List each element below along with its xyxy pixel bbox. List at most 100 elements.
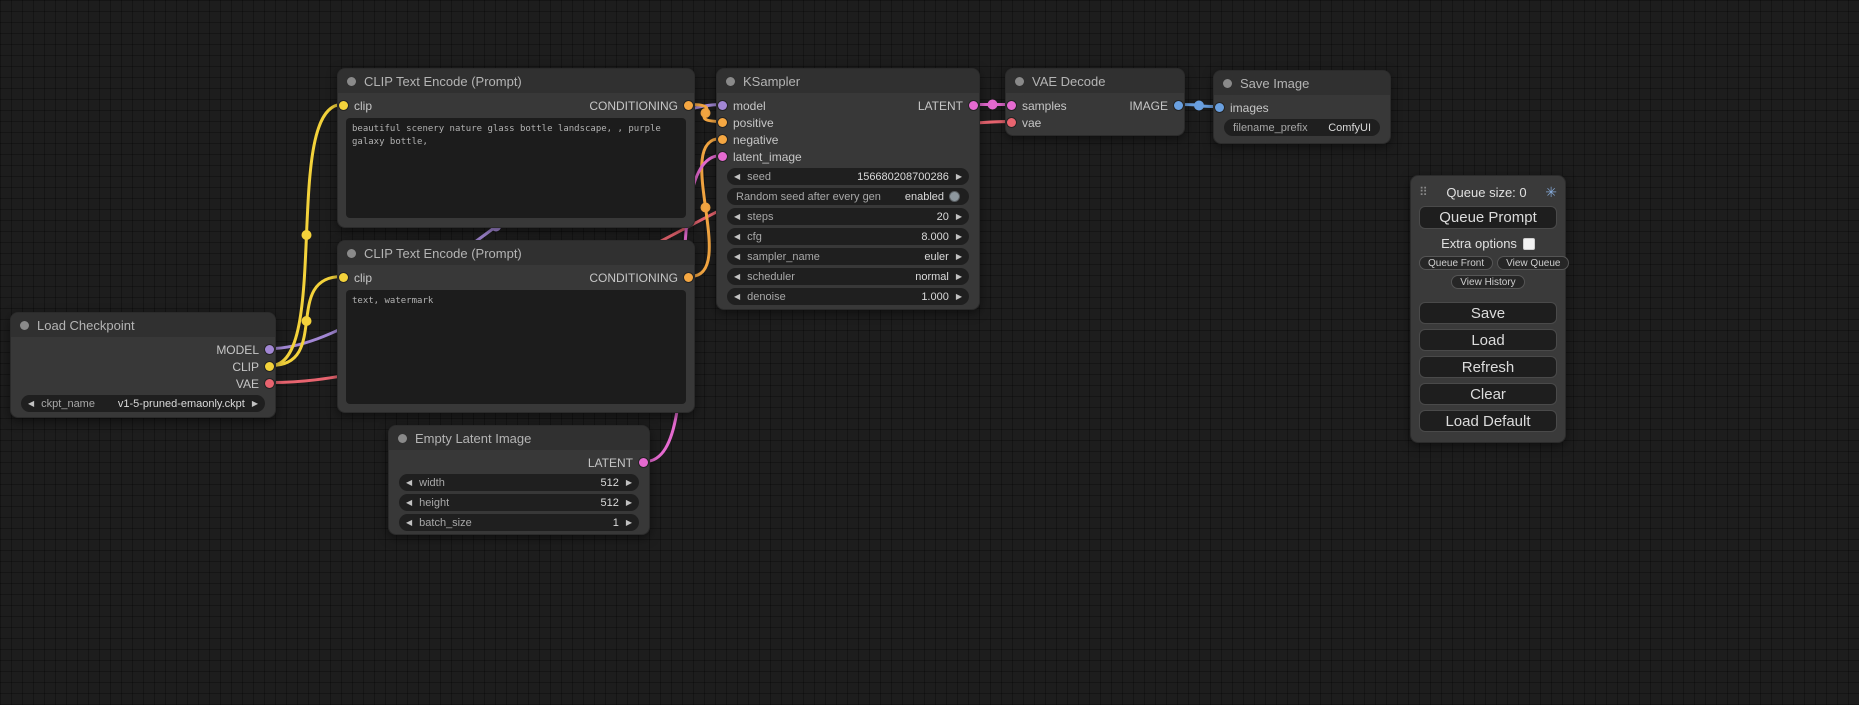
decrement-arrow-icon[interactable]: ◀ [406,479,412,487]
clear-button[interactable]: Clear [1419,383,1557,405]
node-title-bar[interactable]: CLIP Text Encode (Prompt) [338,69,694,93]
view-queue-button[interactable]: View Queue [1497,256,1569,270]
steps-widget[interactable]: ◀ steps 20 ▶ [727,208,969,225]
input-slot-model[interactable] [718,101,727,110]
input-slot-clip[interactable] [339,273,348,282]
save-button[interactable]: Save [1419,302,1557,324]
increment-arrow-icon[interactable]: ▶ [956,253,962,261]
output-label-vae: VAE [236,377,259,391]
widget-label: cfg [747,231,762,243]
queue-panel[interactable]: ⠿ Queue size: 0 ✳ Queue Prompt Extra opt… [1410,175,1566,443]
load-button[interactable]: Load [1419,329,1557,351]
collapse-dot-icon[interactable] [398,434,407,443]
ckpt-name-widget[interactable]: ◀ ckpt_name v1-5-pruned-emaonly.ckpt ▶ [21,395,265,412]
collapse-dot-icon[interactable] [347,249,356,258]
sampler-name-widget[interactable]: ◀ sampler_name euler ▶ [727,248,969,265]
widget-label: filename_prefix [1233,122,1308,134]
increment-arrow-icon[interactable]: ▶ [956,233,962,241]
queue-prompt-button[interactable]: Queue Prompt [1419,206,1557,229]
increment-arrow-icon[interactable]: ▶ [626,519,632,527]
increment-arrow-icon[interactable]: ▶ [626,479,632,487]
increment-arrow-icon[interactable]: ▶ [626,499,632,507]
output-slot-latent[interactable] [639,458,648,467]
collapse-dot-icon[interactable] [726,77,735,86]
input-label-latent-image: latent_image [733,150,802,164]
seed-widget[interactable]: ◀ seed 156680208700286 ▶ [727,168,969,185]
output-slot-vae[interactable] [265,379,274,388]
extra-options-checkbox[interactable] [1523,238,1535,250]
output-slot-latent[interactable] [969,101,978,110]
widget-value: 156680208700286 [857,171,949,183]
collapse-dot-icon[interactable] [1223,79,1232,88]
increment-arrow-icon[interactable]: ▶ [956,273,962,281]
input-slot-clip[interactable] [339,101,348,110]
cfg-widget[interactable]: ◀ cfg 8.000 ▶ [727,228,969,245]
collapse-dot-icon[interactable] [1015,77,1024,86]
node-load-checkpoint[interactable]: Load Checkpoint MODEL CLIP VAE ◀ ckpt_na… [10,312,276,418]
node-empty-latent-image[interactable]: Empty Latent Image LATENT ◀ width 512 ▶ … [388,425,650,535]
refresh-button[interactable]: Refresh [1419,356,1557,378]
view-history-button[interactable]: View History [1451,275,1524,289]
input-slot-positive[interactable] [718,118,727,127]
output-label-clip: CLIP [232,360,259,374]
increment-arrow-icon[interactable]: ▶ [956,293,962,301]
node-title: Save Image [1240,76,1309,91]
toggle-knob[interactable] [949,191,960,202]
output-slot-model[interactable] [265,345,274,354]
negative-prompt-textarea[interactable]: text, watermark [346,290,686,404]
input-slot-images[interactable] [1215,103,1224,112]
collapse-dot-icon[interactable] [20,321,29,330]
node-title-bar[interactable]: VAE Decode [1006,69,1184,93]
width-widget[interactable]: ◀ width 512 ▶ [399,474,639,491]
input-slot-negative[interactable] [718,135,727,144]
decrement-arrow-icon[interactable]: ◀ [734,173,740,181]
node-title: CLIP Text Encode (Prompt) [364,246,522,261]
decrement-arrow-icon[interactable]: ◀ [734,213,740,221]
settings-gear-icon[interactable]: ✳ [1545,184,1557,201]
height-widget[interactable]: ◀ height 512 ▶ [399,494,639,511]
widget-label: steps [747,211,773,223]
node-title-bar[interactable]: CLIP Text Encode (Prompt) [338,241,694,265]
node-save-image[interactable]: Save Image images filename_prefix ComfyU… [1213,70,1391,144]
node-clip-text-encode-negative[interactable]: CLIP Text Encode (Prompt) clip CONDITION… [337,240,695,413]
decrement-arrow-icon[interactable]: ◀ [734,233,740,241]
input-slot-vae[interactable] [1007,118,1016,127]
node-title: KSampler [743,74,800,89]
queue-front-button[interactable]: Queue Front [1419,256,1493,270]
output-slot-image[interactable] [1174,101,1183,110]
denoise-widget[interactable]: ◀ denoise 1.000 ▶ [727,288,969,305]
decrement-arrow-icon[interactable]: ◀ [734,253,740,261]
decrement-arrow-icon[interactable]: ◀ [406,499,412,507]
node-title-bar[interactable]: Empty Latent Image [389,426,649,450]
decrement-arrow-icon[interactable]: ◀ [406,519,412,527]
random-seed-toggle-widget[interactable]: Random seed after every gen enabled [727,188,969,205]
drag-handle-icon[interactable]: ⠿ [1419,185,1428,199]
input-slot-samples[interactable] [1007,101,1016,110]
increment-arrow-icon[interactable]: ▶ [252,400,258,408]
input-slot-latent-image[interactable] [718,152,727,161]
node-clip-text-encode-positive[interactable]: CLIP Text Encode (Prompt) clip CONDITION… [337,68,695,228]
node-title: Empty Latent Image [415,431,531,446]
positive-prompt-textarea[interactable]: beautiful scenery nature glass bottle la… [346,118,686,218]
filename-prefix-widget[interactable]: filename_prefix ComfyUI [1224,119,1380,136]
load-default-button[interactable]: Load Default [1419,410,1557,432]
increment-arrow-icon[interactable]: ▶ [956,173,962,181]
output-slot-conditioning[interactable] [684,101,693,110]
node-title-bar[interactable]: Load Checkpoint [11,313,275,337]
node-ksampler[interactable]: KSampler model LATENT positive negative [716,68,980,310]
batch-size-widget[interactable]: ◀ batch_size 1 ▶ [399,514,639,531]
decrement-arrow-icon[interactable]: ◀ [28,400,34,408]
node-title-bar[interactable]: Save Image [1214,71,1390,95]
decrement-arrow-icon[interactable]: ◀ [734,293,740,301]
output-slot-conditioning[interactable] [684,273,693,282]
collapse-dot-icon[interactable] [347,77,356,86]
node-title-bar[interactable]: KSampler [717,69,979,93]
scheduler-widget[interactable]: ◀ scheduler normal ▶ [727,268,969,285]
decrement-arrow-icon[interactable]: ◀ [734,273,740,281]
link-dot [302,230,312,240]
increment-arrow-icon[interactable]: ▶ [956,213,962,221]
node-vae-decode[interactable]: VAE Decode samples IMAGE vae [1005,68,1185,136]
input-label-clip: clip [354,271,372,285]
output-slot-clip[interactable] [265,362,274,371]
wire-clip-negative [271,277,342,366]
